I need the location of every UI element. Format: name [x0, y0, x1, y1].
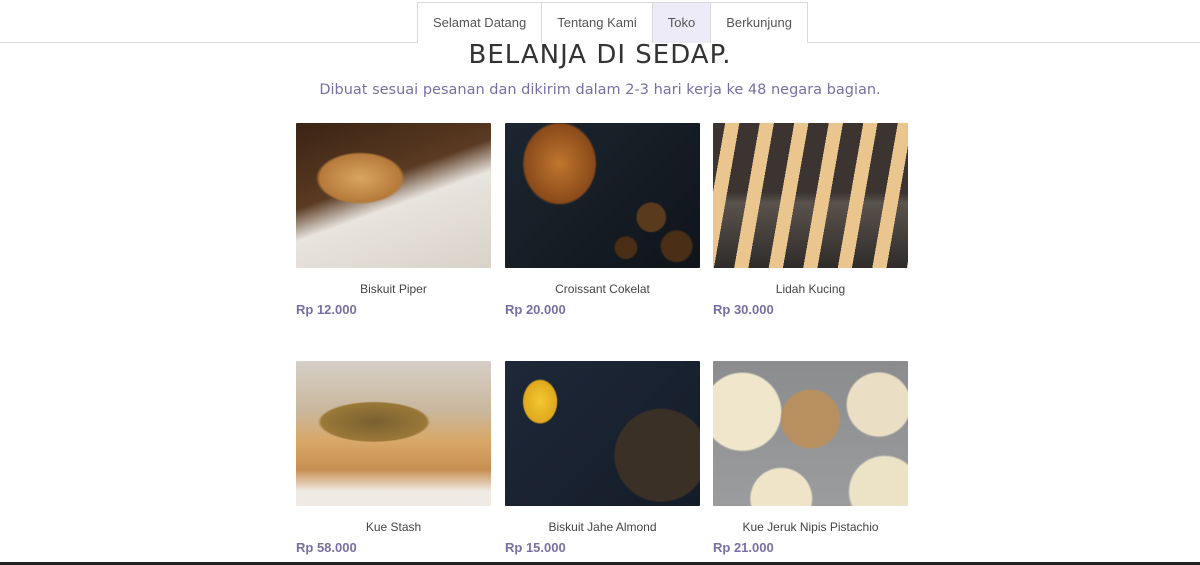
nav-tabs: Selamat Datang Tentang Kami Toko Berkunj…	[417, 2, 808, 43]
product-image[interactable]	[505, 123, 700, 268]
product-card[interactable]: Kue Jeruk Nipis Pistachio Rp 21.000	[713, 361, 908, 555]
product-card[interactable]: Croissant Cokelat Rp 20.000	[505, 123, 700, 317]
product-card[interactable]: Kue Stash Rp 58.000	[296, 361, 491, 555]
product-price: Rp 12.000	[296, 302, 357, 317]
product-name[interactable]: Biskuit Piper	[296, 282, 491, 296]
product-image[interactable]	[296, 361, 491, 506]
page-subtitle: Dibuat sesuai pesanan dan dikirim dalam …	[319, 82, 881, 98]
product-card[interactable]: Lidah Kucing Rp 30.000	[713, 123, 908, 317]
shop-page: Selamat Datang Tentang Kami Toko Berkunj…	[0, 0, 1200, 565]
top-nav: Selamat Datang Tentang Kami Toko Berkunj…	[0, 0, 1200, 43]
product-price: Rp 15.000	[505, 540, 566, 555]
product-price: Rp 20.000	[505, 302, 566, 317]
tab-toko[interactable]: Toko	[651, 2, 712, 43]
tab-tentang-kami[interactable]: Tentang Kami	[541, 2, 653, 43]
product-name[interactable]: Kue Stash	[296, 520, 491, 534]
product-price: Rp 58.000	[296, 540, 357, 555]
product-image[interactable]	[505, 361, 700, 506]
product-image[interactable]	[296, 123, 491, 268]
product-price: Rp 21.000	[713, 540, 774, 555]
tab-selamat-datang[interactable]: Selamat Datang	[417, 2, 543, 43]
product-name[interactable]: Lidah Kucing	[713, 282, 908, 296]
page-title: BELANJA DI SEDAP.	[468, 40, 732, 70]
product-card[interactable]: Biskuit Jahe Almond Rp 15.000	[505, 361, 700, 555]
product-image[interactable]	[713, 123, 908, 268]
product-name[interactable]: Kue Jeruk Nipis Pistachio	[713, 520, 908, 534]
tab-berkunjung[interactable]: Berkunjung	[710, 2, 808, 43]
product-name[interactable]: Croissant Cokelat	[505, 282, 700, 296]
product-name[interactable]: Biskuit Jahe Almond	[505, 520, 700, 534]
product-price: Rp 30.000	[713, 302, 774, 317]
product-image[interactable]	[713, 361, 908, 506]
product-card[interactable]: Biskuit Piper Rp 12.000	[296, 123, 491, 317]
